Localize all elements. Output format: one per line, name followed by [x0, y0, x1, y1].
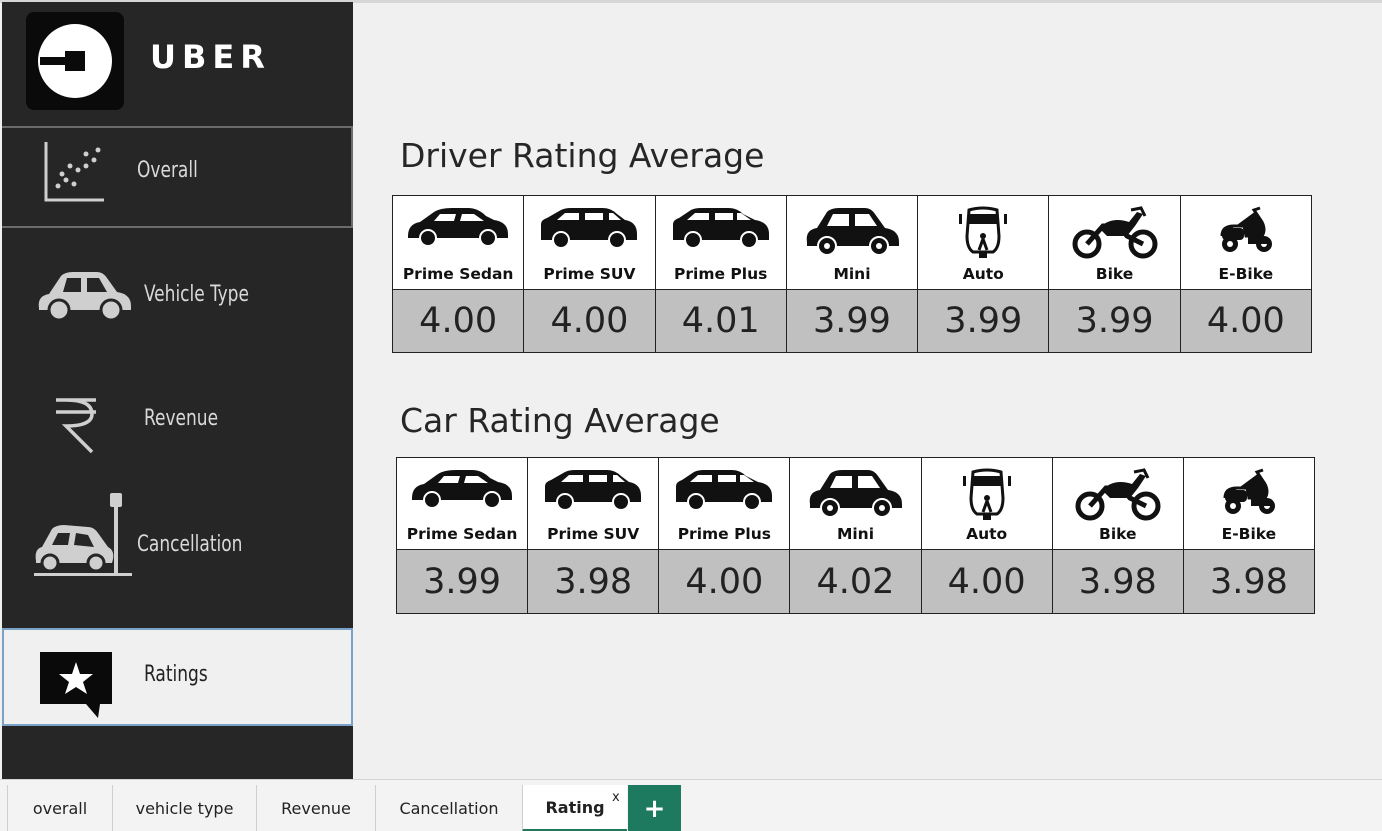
rating-value: 3.99 [1049, 290, 1180, 352]
sidebar-item-label: Overall [137, 158, 198, 183]
tab-vehicle-type[interactable]: vehicle type [112, 785, 256, 831]
sidebar-item-label: Revenue [144, 406, 219, 431]
mini-car-icon [810, 470, 903, 518]
auto-rickshaw-icon [962, 468, 1011, 520]
vehicle-name: Auto [962, 265, 1004, 283]
driver-rating-title: Driver Rating Average [400, 136, 765, 175]
sidebar-item-vehicle-type[interactable]: Vehicle Type [2, 252, 353, 352]
tab-close-icon[interactable]: x [612, 790, 620, 805]
rating-card: Prime SUV 3.98 [528, 458, 660, 613]
suv-icon [545, 470, 642, 511]
vehicle-name: Prime SUV [543, 265, 636, 283]
uber-logo-icon [38, 24, 112, 98]
scatter-chart-icon [44, 142, 104, 202]
sidebar-item-overall[interactable]: Overall [2, 126, 353, 228]
vehicle-name: E-Bike [1221, 525, 1277, 543]
star-speech-bubble-icon [40, 652, 112, 718]
car-rating-table: Prime Sedan 3.99 Prime SUV 3.98 Prime Pl… [396, 457, 1315, 614]
sedan-icon [408, 208, 509, 246]
rating-value: 4.00 [659, 550, 790, 613]
car-icon [38, 272, 131, 322]
rating-card: Prime Sedan 3.99 [397, 458, 529, 613]
hatchback-icon [676, 470, 773, 511]
sidebar: UBER Overall Vehicle Type Revenue Cancel… [2, 2, 353, 779]
vehicle-name: Prime Plus [677, 525, 771, 543]
rating-value: 3.98 [528, 550, 659, 613]
rating-card: Bike 3.99 [1049, 196, 1181, 352]
rating-card: Mini 3.99 [786, 196, 919, 352]
rating-value: 4.00 [524, 290, 655, 352]
rupee-icon [56, 398, 96, 454]
vehicle-name: Prime SUV [547, 525, 640, 543]
car-rating-title: Car Rating Average [400, 401, 720, 440]
rating-value: 4.01 [655, 290, 786, 352]
scooter-icon [1223, 468, 1275, 514]
vehicle-name: Prime Sedan [406, 525, 518, 543]
rating-value: 4.02 [790, 550, 921, 613]
driver-rating-table: Prime Sedan 4.00 Prime SUV 4.00 Prime Pl… [392, 195, 1312, 353]
vehicle-name: Bike [1095, 265, 1134, 283]
rating-card: Bike 3.98 [1052, 458, 1184, 613]
vehicle-name: E-Bike [1218, 265, 1274, 283]
uber-logo [26, 12, 124, 110]
car-crash-icon [34, 493, 132, 576]
rating-value: 3.98 [1052, 550, 1183, 613]
rating-value: 4.00 [921, 550, 1052, 613]
sheet-tab-bar: overall vehicle type Revenue Cancellatio… [0, 779, 1382, 831]
vehicle-name: Mini [833, 265, 871, 283]
sidebar-item-cancellation[interactable]: Cancellation [2, 487, 353, 597]
sidebar-item-ratings[interactable]: Ratings [2, 628, 353, 726]
rating-value: 4.00 [393, 290, 524, 352]
rating-value: 3.99 [786, 290, 918, 352]
rating-card: Prime SUV 4.00 [524, 196, 656, 352]
vehicle-name: Bike [1099, 525, 1137, 543]
vehicle-name: Mini [836, 525, 875, 543]
rating-card: Prime Plus 4.00 [659, 458, 791, 613]
brand-name: UBER [150, 38, 271, 76]
sidebar-item-revenue[interactable]: Revenue [2, 374, 353, 474]
tab-revenue[interactable]: Revenue [256, 785, 375, 831]
rating-card: Auto 4.00 [921, 458, 1053, 613]
motorbike-icon [1075, 468, 1161, 521]
rating-card: E-Bike 4.00 [1180, 196, 1311, 352]
sidebar-item-label: Ratings [144, 662, 208, 687]
rating-card: Mini 4.02 [790, 458, 922, 613]
auto-rickshaw-icon [959, 206, 1008, 258]
rating-value: 3.98 [1183, 550, 1314, 613]
sidebar-item-label: Vehicle Type [144, 282, 249, 307]
mini-car-icon [806, 208, 899, 256]
motorbike-icon [1072, 206, 1158, 259]
rating-value: 4.00 [1180, 290, 1311, 352]
rating-card: E-Bike 3.98 [1183, 458, 1314, 613]
rating-card: Auto 3.99 [918, 196, 1050, 352]
rating-value: 3.99 [397, 550, 528, 613]
tab-overall[interactable]: overall [7, 785, 112, 831]
vehicle-name: Auto [966, 525, 1008, 543]
add-tab-button[interactable]: + [628, 785, 681, 831]
vehicle-name: Prime Plus [674, 265, 768, 283]
scooter-icon [1220, 206, 1272, 252]
rating-card: Prime Plus 4.01 [655, 196, 787, 352]
sedan-icon [412, 470, 513, 508]
rating-card: Prime Sedan 4.00 [393, 196, 525, 352]
hatchback-icon [672, 208, 769, 249]
suv-icon [541, 208, 638, 249]
tab-cancellation[interactable]: Cancellation [375, 785, 522, 831]
rating-value: 3.99 [918, 290, 1049, 352]
vehicle-name: Prime Sedan [402, 265, 514, 283]
sidebar-item-label: Cancellation [137, 532, 243, 557]
